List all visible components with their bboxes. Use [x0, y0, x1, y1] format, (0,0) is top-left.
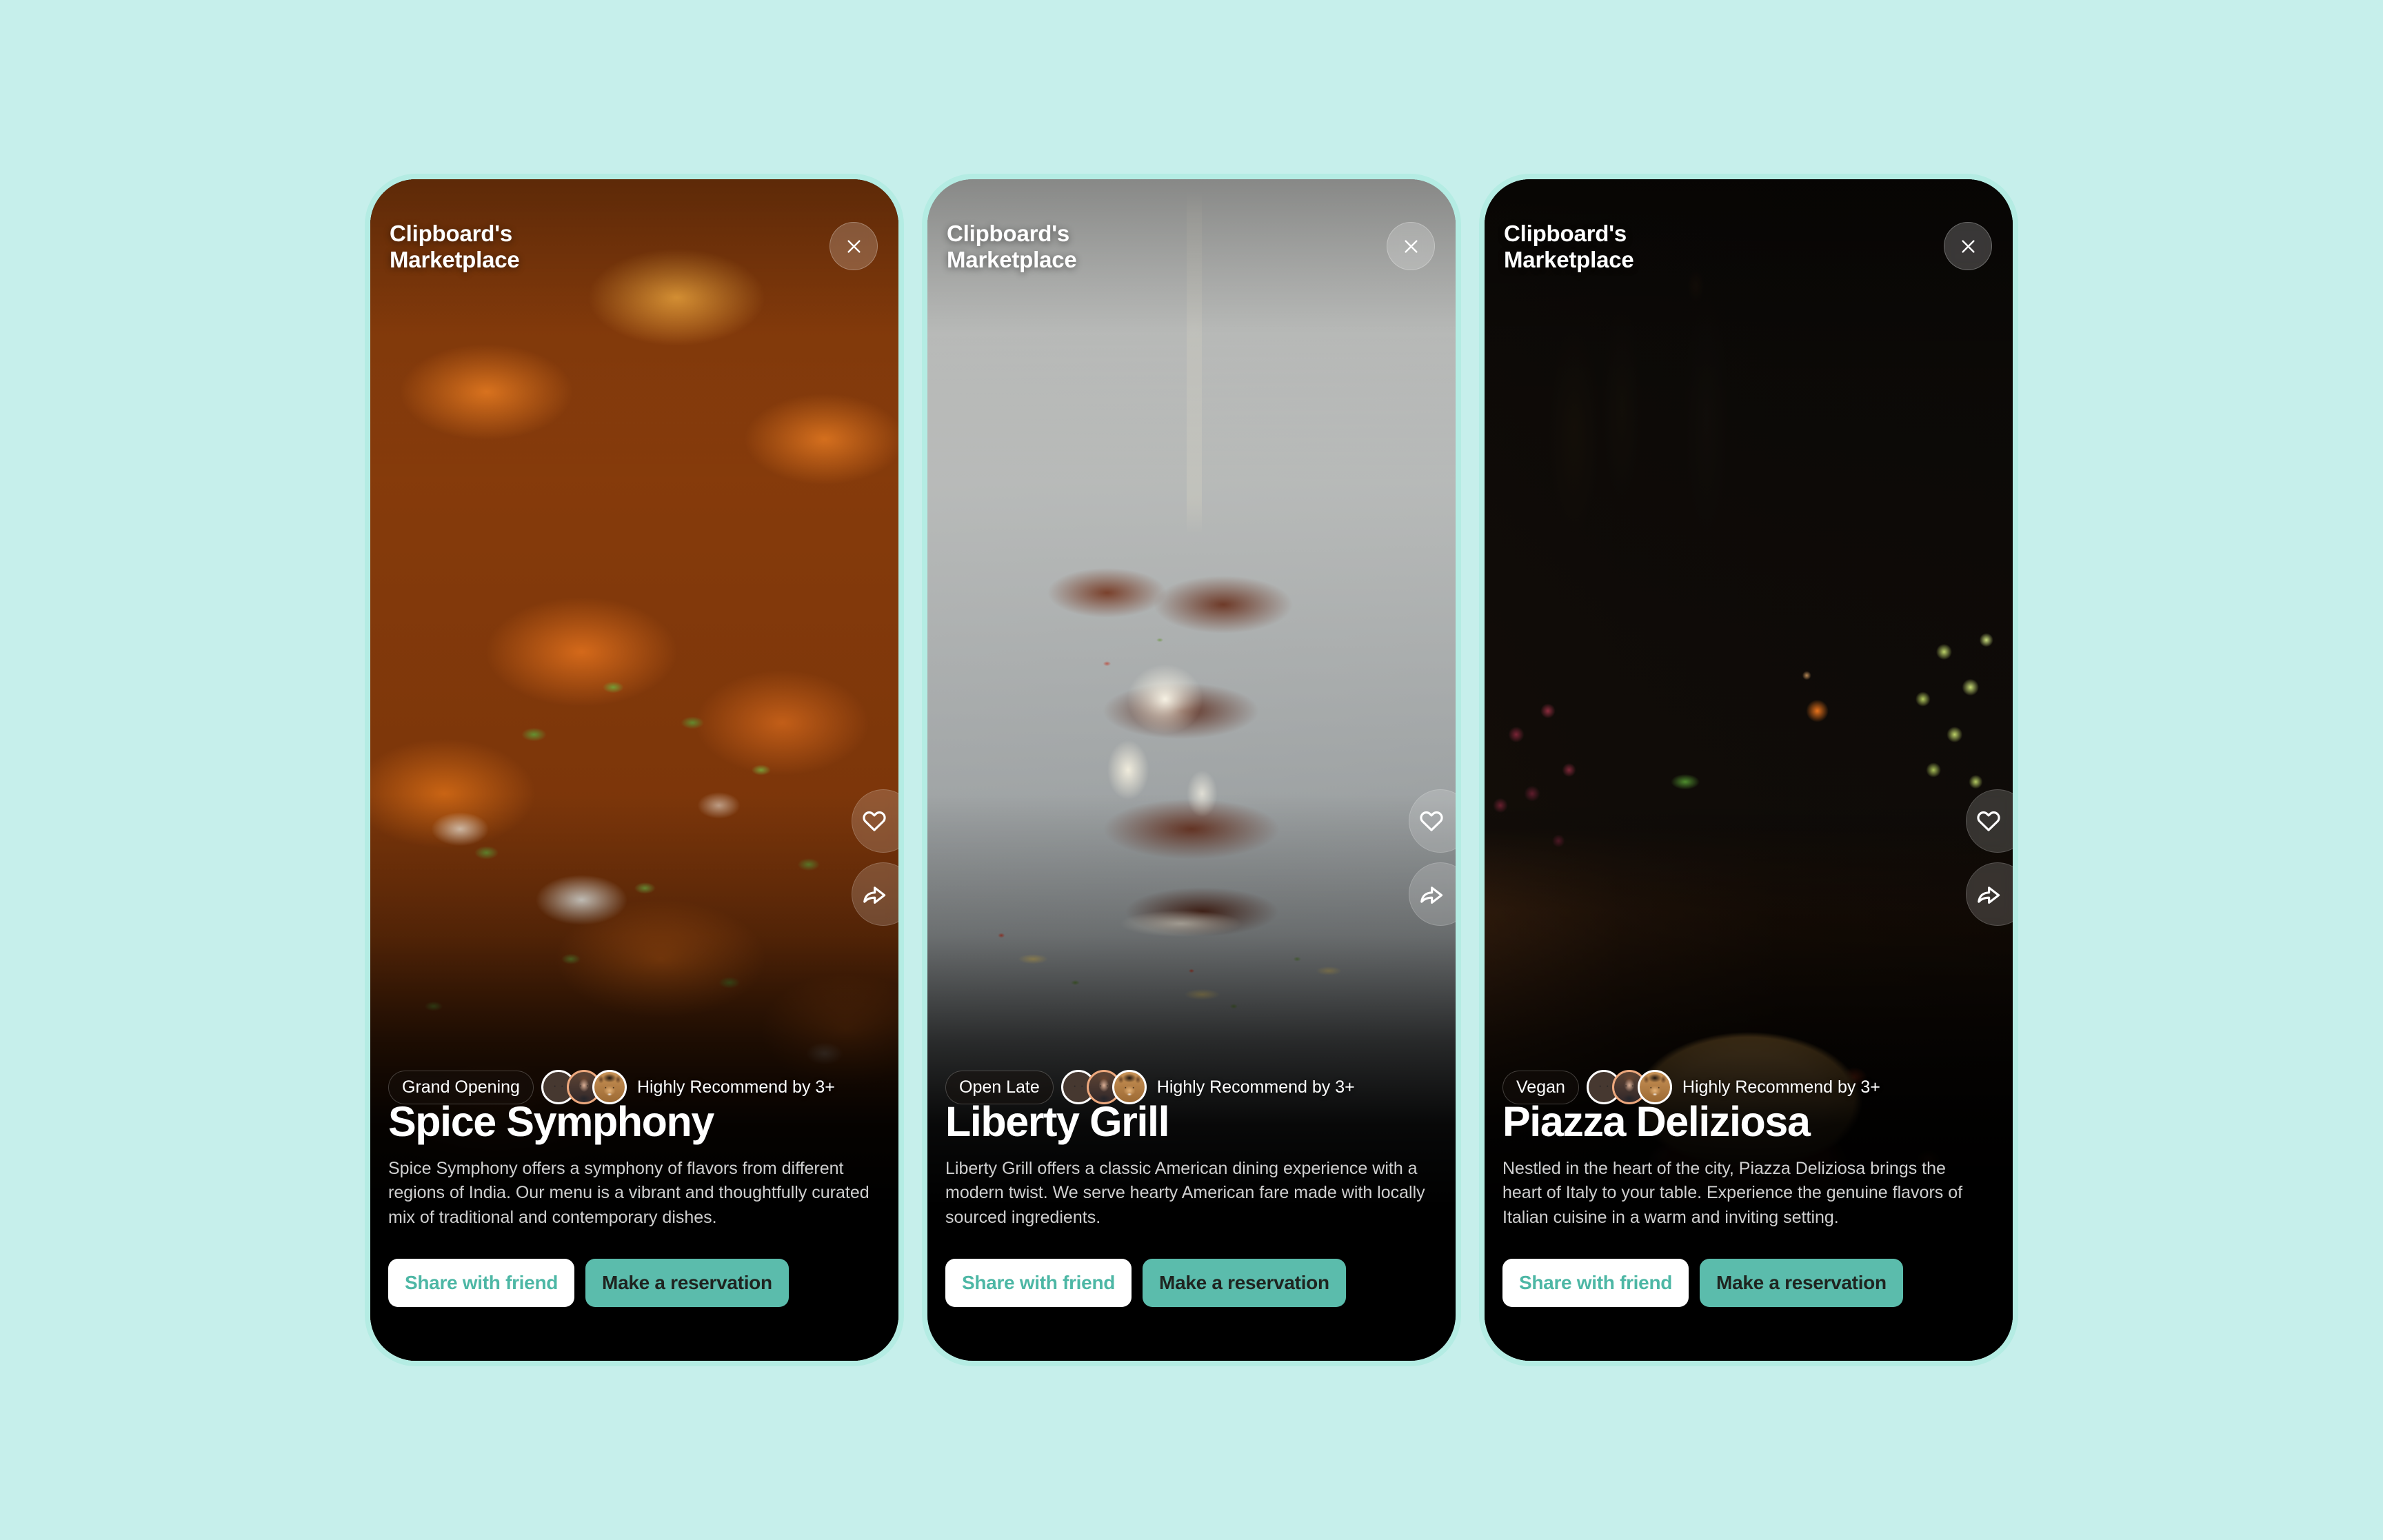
- make-reservation-button[interactable]: Make a reservation: [1700, 1259, 1903, 1307]
- card-actions: Share with friend Make a reservation: [945, 1259, 1438, 1307]
- restaurant-title: Spice Symphony: [388, 1098, 714, 1146]
- card-screen: Clipboard's Marketplace: [1485, 179, 2013, 1361]
- card-copy: Piazza Deliziosa Nestled in the heart of…: [1502, 1100, 1995, 1230]
- card-actions: Share with friend Make a reservation: [1502, 1259, 1995, 1307]
- restaurant-description: Liberty Grill offers a classic American …: [945, 1158, 1425, 1227]
- favorite-button[interactable]: [1409, 789, 1456, 853]
- restaurant-title: Piazza Deliziosa: [1502, 1098, 1811, 1146]
- card-screen: Clipboard's Marketplace: [927, 179, 1456, 1361]
- share-arrow-icon: [1418, 881, 1445, 907]
- share-with-friend-button[interactable]: Share with friend: [945, 1259, 1132, 1307]
- make-reservation-button[interactable]: Make a reservation: [585, 1259, 789, 1307]
- restaurant-card-deck: Clipboard's Marketplace Grand Opening Hi…: [0, 0, 2383, 1540]
- favorite-button[interactable]: [1966, 789, 2013, 853]
- brand-title: Clipboard's Marketplace: [947, 221, 1077, 273]
- action-rail: [852, 789, 898, 926]
- restaurant-card-spice-symphony[interactable]: Clipboard's Marketplace Grand Opening Hi…: [365, 174, 904, 1366]
- heart-icon: [1418, 808, 1445, 834]
- card-actions: Share with friend Make a reservation: [388, 1259, 881, 1307]
- brand-line-1: Clipboard's: [1504, 221, 1627, 246]
- close-icon: [845, 237, 863, 256]
- brand-line-2: Marketplace: [947, 246, 1077, 272]
- brand-line-2: Marketplace: [390, 246, 520, 272]
- share-arrow-icon: [861, 881, 887, 907]
- restaurant-title: Liberty Grill: [945, 1098, 1170, 1146]
- close-button[interactable]: [829, 222, 878, 270]
- share-arrow-icon: [1975, 881, 2002, 907]
- restaurant-card-piazza-deliziosa[interactable]: Clipboard's Marketplace Vegan Highly Rec…: [1479, 174, 2018, 1366]
- recommend-label: Highly Recommend by 3+: [636, 1077, 835, 1097]
- brand-line-2: Marketplace: [1504, 246, 1634, 272]
- make-reservation-button[interactable]: Make a reservation: [1143, 1259, 1346, 1307]
- close-icon: [1402, 237, 1420, 256]
- action-rail: [1966, 789, 2013, 926]
- heart-icon: [861, 808, 887, 834]
- share-button[interactable]: [1966, 862, 2013, 926]
- brand-title: Clipboard's Marketplace: [390, 221, 520, 273]
- close-button[interactable]: [1387, 222, 1435, 270]
- favorite-button[interactable]: [852, 789, 898, 853]
- card-screen: Clipboard's Marketplace: [370, 179, 898, 1361]
- share-button[interactable]: [1409, 862, 1456, 926]
- brand-line-1: Clipboard's: [390, 221, 512, 246]
- brand-title: Clipboard's Marketplace: [1504, 221, 1634, 273]
- share-with-friend-button[interactable]: Share with friend: [388, 1259, 575, 1307]
- recommend-label: Highly Recommend by 3+: [1156, 1077, 1355, 1097]
- recommend-label: Highly Recommend by 3+: [1682, 1077, 1880, 1097]
- share-with-friend-button[interactable]: Share with friend: [1502, 1259, 1689, 1307]
- close-icon: [1959, 237, 1978, 256]
- share-button[interactable]: [852, 862, 898, 926]
- heart-icon: [1975, 808, 2002, 834]
- action-rail: [1409, 789, 1456, 926]
- card-copy: Liberty Grill Liberty Grill offers a cla…: [945, 1100, 1438, 1230]
- restaurant-description: Nestled in the heart of the city, Piazza…: [1502, 1158, 1963, 1227]
- brand-line-1: Clipboard's: [947, 221, 1069, 246]
- card-copy: Spice Symphony Spice Symphony offers a s…: [388, 1100, 881, 1230]
- restaurant-card-liberty-grill[interactable]: Clipboard's Marketplace Open Late Highly…: [922, 174, 1461, 1366]
- restaurant-description: Spice Symphony offers a symphony of flav…: [388, 1158, 869, 1227]
- close-button[interactable]: [1944, 222, 1992, 270]
